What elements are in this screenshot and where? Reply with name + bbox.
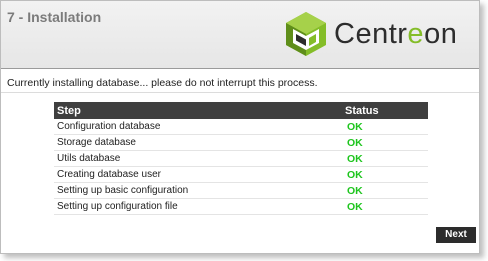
table-row: Creating database user OK [54, 166, 428, 183]
installer-header: 7 - Installation Centreon [1, 1, 479, 68]
column-status: Status [342, 102, 428, 119]
step-name: Creating database user [54, 166, 342, 183]
status-ok: OK [342, 182, 428, 199]
table-row: Utils database OK [54, 150, 428, 167]
status-ok: OK [342, 198, 428, 215]
status-ok: OK [342, 150, 428, 167]
step-name: Setting up configuration file [54, 198, 342, 215]
centreon-logo: Centreon [282, 10, 472, 58]
header-divider [1, 68, 479, 69]
status-ok: OK [342, 134, 428, 151]
table-row: Configuration database OK [54, 119, 428, 135]
table-row: Setting up configuration file OK [54, 198, 428, 215]
step-name: Utils database [54, 150, 342, 167]
message-divider [1, 92, 479, 93]
table-row: Setting up basic configuration OK [54, 182, 428, 199]
install-message: Currently installing database... please … [7, 77, 318, 89]
status-ok: OK [342, 166, 428, 183]
install-steps-table: Step Status Configuration database OK St… [54, 102, 428, 215]
step-name: Setting up basic configuration [54, 182, 342, 199]
installer-window: 7 - Installation Centreon Currently inst… [0, 0, 480, 254]
step-name: Configuration database [54, 119, 342, 135]
column-step: Step [54, 102, 342, 119]
step-name: Storage database [54, 134, 342, 151]
centreon-cube-icon [286, 12, 326, 56]
next-button[interactable]: Next [436, 227, 476, 243]
logo-text: Centreon [334, 18, 458, 50]
table-row: Storage database OK [54, 134, 428, 151]
status-ok: OK [342, 119, 428, 135]
table-header-row: Step Status [54, 102, 428, 119]
page-title: 7 - Installation [7, 9, 102, 25]
